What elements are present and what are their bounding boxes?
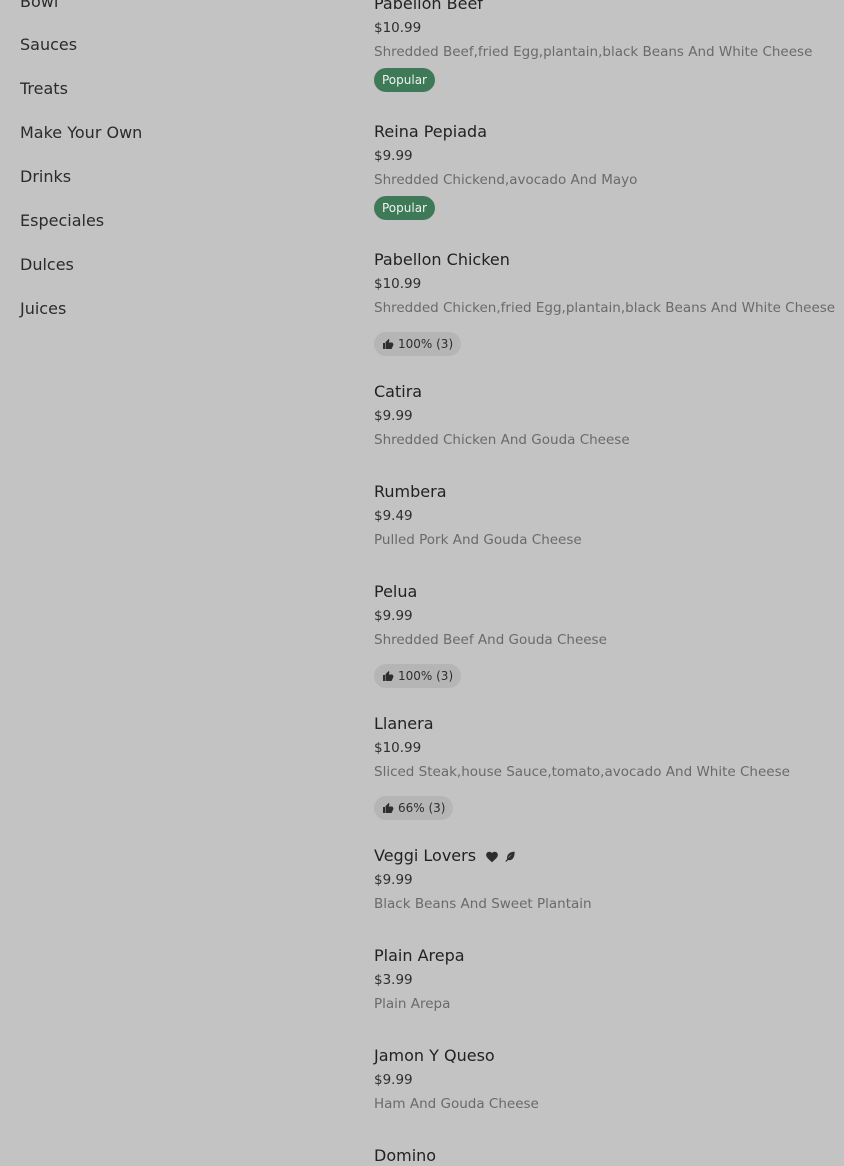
item-name: Pabellon Chicken [374, 250, 510, 269]
item-price: $9.49 [374, 508, 413, 524]
rating-text: 100% (3) [398, 337, 454, 351]
item-name: Veggi Lovers [374, 846, 477, 865]
rating-badge: 100% (3) [374, 332, 462, 356]
leaf-icon [505, 851, 515, 862]
rating-text: 100% (3) [398, 669, 454, 683]
item-description: Sliced Steak,house Sauce,tomato,avocado … [374, 764, 790, 780]
item-description: Black Beans And Sweet Plantain [374, 896, 592, 912]
category-sauces[interactable]: Sauces [20, 35, 77, 55]
rating-badge: 100% (3) [374, 664, 462, 688]
category-dulces[interactable]: Dulces [20, 255, 74, 275]
item-name-row: Veggi Lovers [374, 846, 517, 866]
item-price: $9.99 [374, 872, 413, 888]
category-bowl[interactable]: Bowl [20, 0, 58, 12]
item-name: Rumbera [374, 482, 447, 501]
category-especiales[interactable]: Especiales [20, 211, 104, 231]
item-price: $3.99 [374, 972, 413, 988]
popular-badge: Popular [374, 68, 435, 92]
item-name: Plain Arepa [374, 946, 465, 965]
item-price: $9.99 [374, 1072, 413, 1088]
item-name: Pelua [374, 582, 418, 601]
category-drinks[interactable]: Drinks [20, 167, 71, 187]
rating-badge: 66% (3) [374, 796, 454, 820]
heart-icon [486, 851, 498, 862]
item-price: $9.99 [374, 148, 413, 164]
popular-badge: Popular [374, 196, 435, 220]
thumbs-up-icon [383, 671, 394, 681]
item-price: $9.99 [374, 408, 413, 424]
item-name: Domino [374, 1146, 437, 1165]
item-name: Jamon Y Queso [374, 1046, 495, 1065]
item-name: Catira [374, 382, 423, 401]
category-make-your-own[interactable]: Make Your Own [20, 123, 142, 143]
item-description: Shredded Chickend,avocado And Mayo [374, 172, 638, 188]
thumbs-up-icon [383, 339, 394, 349]
item-description: Shredded Beef,fried Egg,plantain,black B… [374, 44, 813, 60]
category-juices[interactable]: Juices [20, 299, 66, 319]
thumbs-up-icon [383, 803, 394, 813]
item-name: Reina Pepiada [374, 122, 488, 141]
item-price: $10.99 [374, 740, 422, 756]
item-description: Ham And Gouda Cheese [374, 1096, 539, 1112]
rating-text: 66% (3) [398, 801, 446, 815]
item-description: Pulled Pork And Gouda Cheese [374, 532, 582, 548]
item-price: $10.99 [374, 20, 422, 36]
item-price: $9.99 [374, 608, 413, 624]
item-name: Llanera [374, 714, 434, 733]
item-description: Plain Arepa [374, 996, 451, 1012]
item-description: Shredded Chicken And Gouda Cheese [374, 432, 630, 448]
item-description: Shredded Beef And Gouda Cheese [374, 632, 607, 648]
item-price: $10.99 [374, 276, 422, 292]
category-treats[interactable]: Treats [20, 79, 68, 99]
item-description: Shredded Chicken,fried Egg,plantain,blac… [374, 300, 836, 316]
item-name: Pabellon Beef [374, 0, 483, 13]
